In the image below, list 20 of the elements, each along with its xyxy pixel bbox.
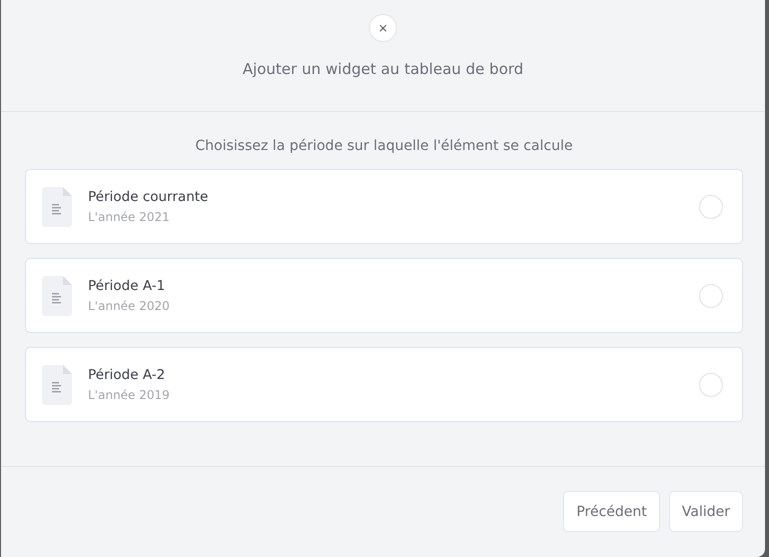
- option-card[interactable]: Période A-1 L'année 2020: [25, 258, 743, 333]
- document-icon: [42, 364, 72, 404]
- option-card[interactable]: Période A-2 L'année 2019: [25, 347, 743, 422]
- option-title: Période A-2: [88, 367, 166, 383]
- dialog-title: Ajouter un widget au tableau de bord: [242, 60, 524, 78]
- close-button[interactable]: ×: [369, 14, 397, 42]
- prompt-text: Choisissez la période sur laquelle l'élément se calcule: [194, 138, 574, 154]
- footer-button[interactable]: Valider: [668, 491, 743, 532]
- radio-button[interactable]: [699, 284, 723, 308]
- document-icon: [42, 276, 72, 316]
- option-subtitle: L'année 2019: [88, 388, 171, 402]
- radio-button[interactable]: [699, 194, 723, 218]
- footer-button[interactable]: Précédent: [563, 491, 660, 532]
- option-card[interactable]: Période courrante L'année 2021: [25, 169, 743, 244]
- document-icon: [42, 186, 72, 226]
- radio-button[interactable]: [699, 372, 723, 396]
- option-title: Période courrante: [88, 189, 210, 205]
- option-title: Période A-1: [88, 278, 166, 294]
- option-subtitle: L'année 2020: [88, 299, 171, 313]
- option-subtitle: L'année 2021: [88, 210, 171, 224]
